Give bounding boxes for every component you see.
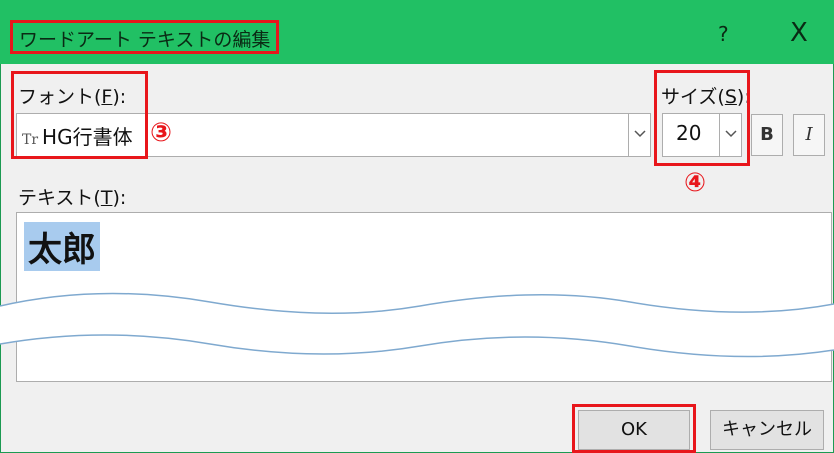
cancel-button[interactable]: キャンセル	[710, 410, 824, 450]
bold-button[interactable]: B	[751, 114, 783, 156]
title-bar: ワードアート テキストの編集 ? X	[0, 0, 834, 64]
omission-wave-gap	[0, 292, 834, 358]
font-dropdown-chevron-icon[interactable]	[628, 114, 650, 156]
help-button[interactable]: ?	[718, 22, 729, 46]
font-marker: ③	[150, 118, 173, 148]
close-button[interactable]: X	[790, 18, 808, 48]
dialog-title: ワードアート テキストの編集	[10, 20, 280, 54]
text-label: テキスト(T):	[18, 187, 127, 209]
italic-button[interactable]: I	[793, 114, 825, 156]
text-input-value[interactable]: 太郎	[24, 222, 100, 271]
size-highlight-box	[654, 70, 750, 166]
size-marker: ④	[684, 168, 707, 198]
ok-highlight-box	[572, 404, 696, 453]
font-highlight-box	[11, 71, 148, 159]
